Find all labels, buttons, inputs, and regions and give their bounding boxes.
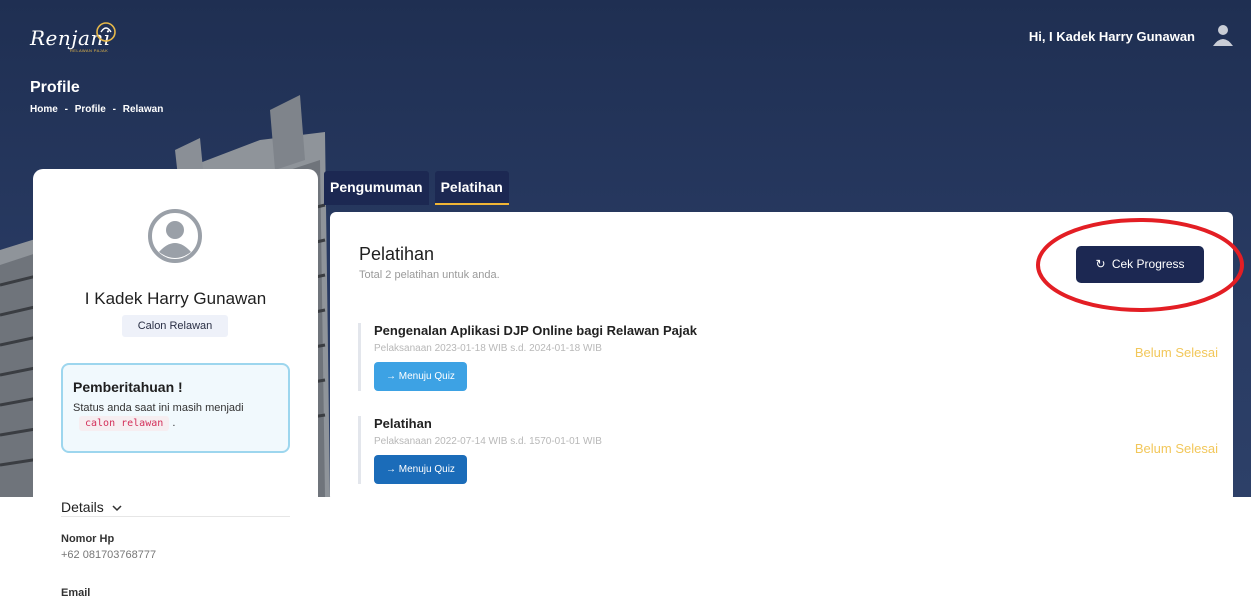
- notice-title: Pemberitahuan !: [73, 379, 183, 395]
- refresh-icon: ↻: [1095, 257, 1106, 271]
- avatar-icon: [148, 209, 202, 263]
- user-icon[interactable]: [1213, 24, 1233, 46]
- notice-end: .: [172, 417, 176, 429]
- notice-message: Status anda saat ini masih menjadi: [73, 402, 244, 414]
- cek-progress-button[interactable]: ↻ Cek Progress: [1076, 246, 1204, 283]
- menuju-quiz-button[interactable]: → Menuju Quiz: [374, 455, 467, 484]
- details-toggle[interactable]: Details: [61, 499, 122, 515]
- profile-card: I Kadek Harry Gunawan Calon Relawan Pemb…: [33, 169, 318, 605]
- training-date: Pelaksanaan 2023-01-18 WIB s.d. 2024-01-…: [374, 343, 602, 354]
- divider: [61, 516, 290, 517]
- notice-text: Status anda saat ini masih menjadi calon…: [73, 401, 278, 431]
- user-greeting[interactable]: Hi, I Kadek Harry Gunawan: [1029, 29, 1195, 44]
- training-status: Belum Selesai: [1134, 345, 1218, 360]
- chevron-down-icon: [112, 505, 122, 512]
- cek-progress-label: Cek Progress: [1111, 257, 1185, 271]
- role-badge: Calon Relawan: [122, 315, 228, 337]
- section-title: Pelatihan: [359, 244, 435, 264]
- tab-pelatihan[interactable]: Pelatihan: [434, 171, 509, 205]
- breadcrumb-separator: -: [64, 104, 68, 115]
- section-subtitle: Total 2 pelatihan untuk anda.: [359, 269, 500, 281]
- brand-logo[interactable]: Renjani RELAWAN PAJAK: [30, 18, 130, 58]
- logo-subtext: RELAWAN PAJAK: [70, 48, 109, 53]
- field-label-email: Email: [61, 587, 91, 599]
- status-code-chip: calon relawan: [79, 416, 170, 431]
- training-item: Pengenalan Aplikasi DJP Online bagi Rela…: [358, 323, 1218, 391]
- field-label-phone: Nomor Hp: [61, 533, 115, 545]
- page-title: Profile: [30, 79, 80, 96]
- training-date: Pelaksanaan 2022-07-14 WIB s.d. 1570-01-…: [374, 436, 602, 447]
- breadcrumb-current: Relawan: [122, 104, 164, 115]
- notice-box: Pemberitahuan ! Status anda saat ini mas…: [61, 363, 290, 453]
- training-item: Pelatihan Pelaksanaan 2022-07-14 WIB s.d…: [358, 416, 1218, 484]
- details-title: Details: [61, 499, 104, 515]
- breadcrumb: Home - Profile - Relawan: [30, 104, 167, 115]
- breadcrumb-home[interactable]: Home: [30, 104, 58, 115]
- field-value-phone: +62 081703768777: [61, 549, 157, 561]
- profile-name: I Kadek Harry Gunawan: [84, 289, 267, 308]
- training-card: Pelatihan Total 2 pelatihan untuk anda. …: [330, 212, 1233, 502]
- breadcrumb-separator: -: [112, 104, 116, 115]
- tab-bar: Pengumuman Pelatihan: [324, 171, 509, 205]
- training-title: Pelatihan: [374, 416, 432, 431]
- training-status: Belum Selesai: [1134, 441, 1218, 456]
- breadcrumb-profile[interactable]: Profile: [75, 104, 106, 115]
- menuju-quiz-button[interactable]: → Menuju Quiz: [374, 362, 467, 391]
- tab-pengumuman[interactable]: Pengumuman: [324, 171, 429, 205]
- training-title: Pengenalan Aplikasi DJP Online bagi Rela…: [374, 323, 697, 338]
- logo-mark-icon: [96, 22, 116, 42]
